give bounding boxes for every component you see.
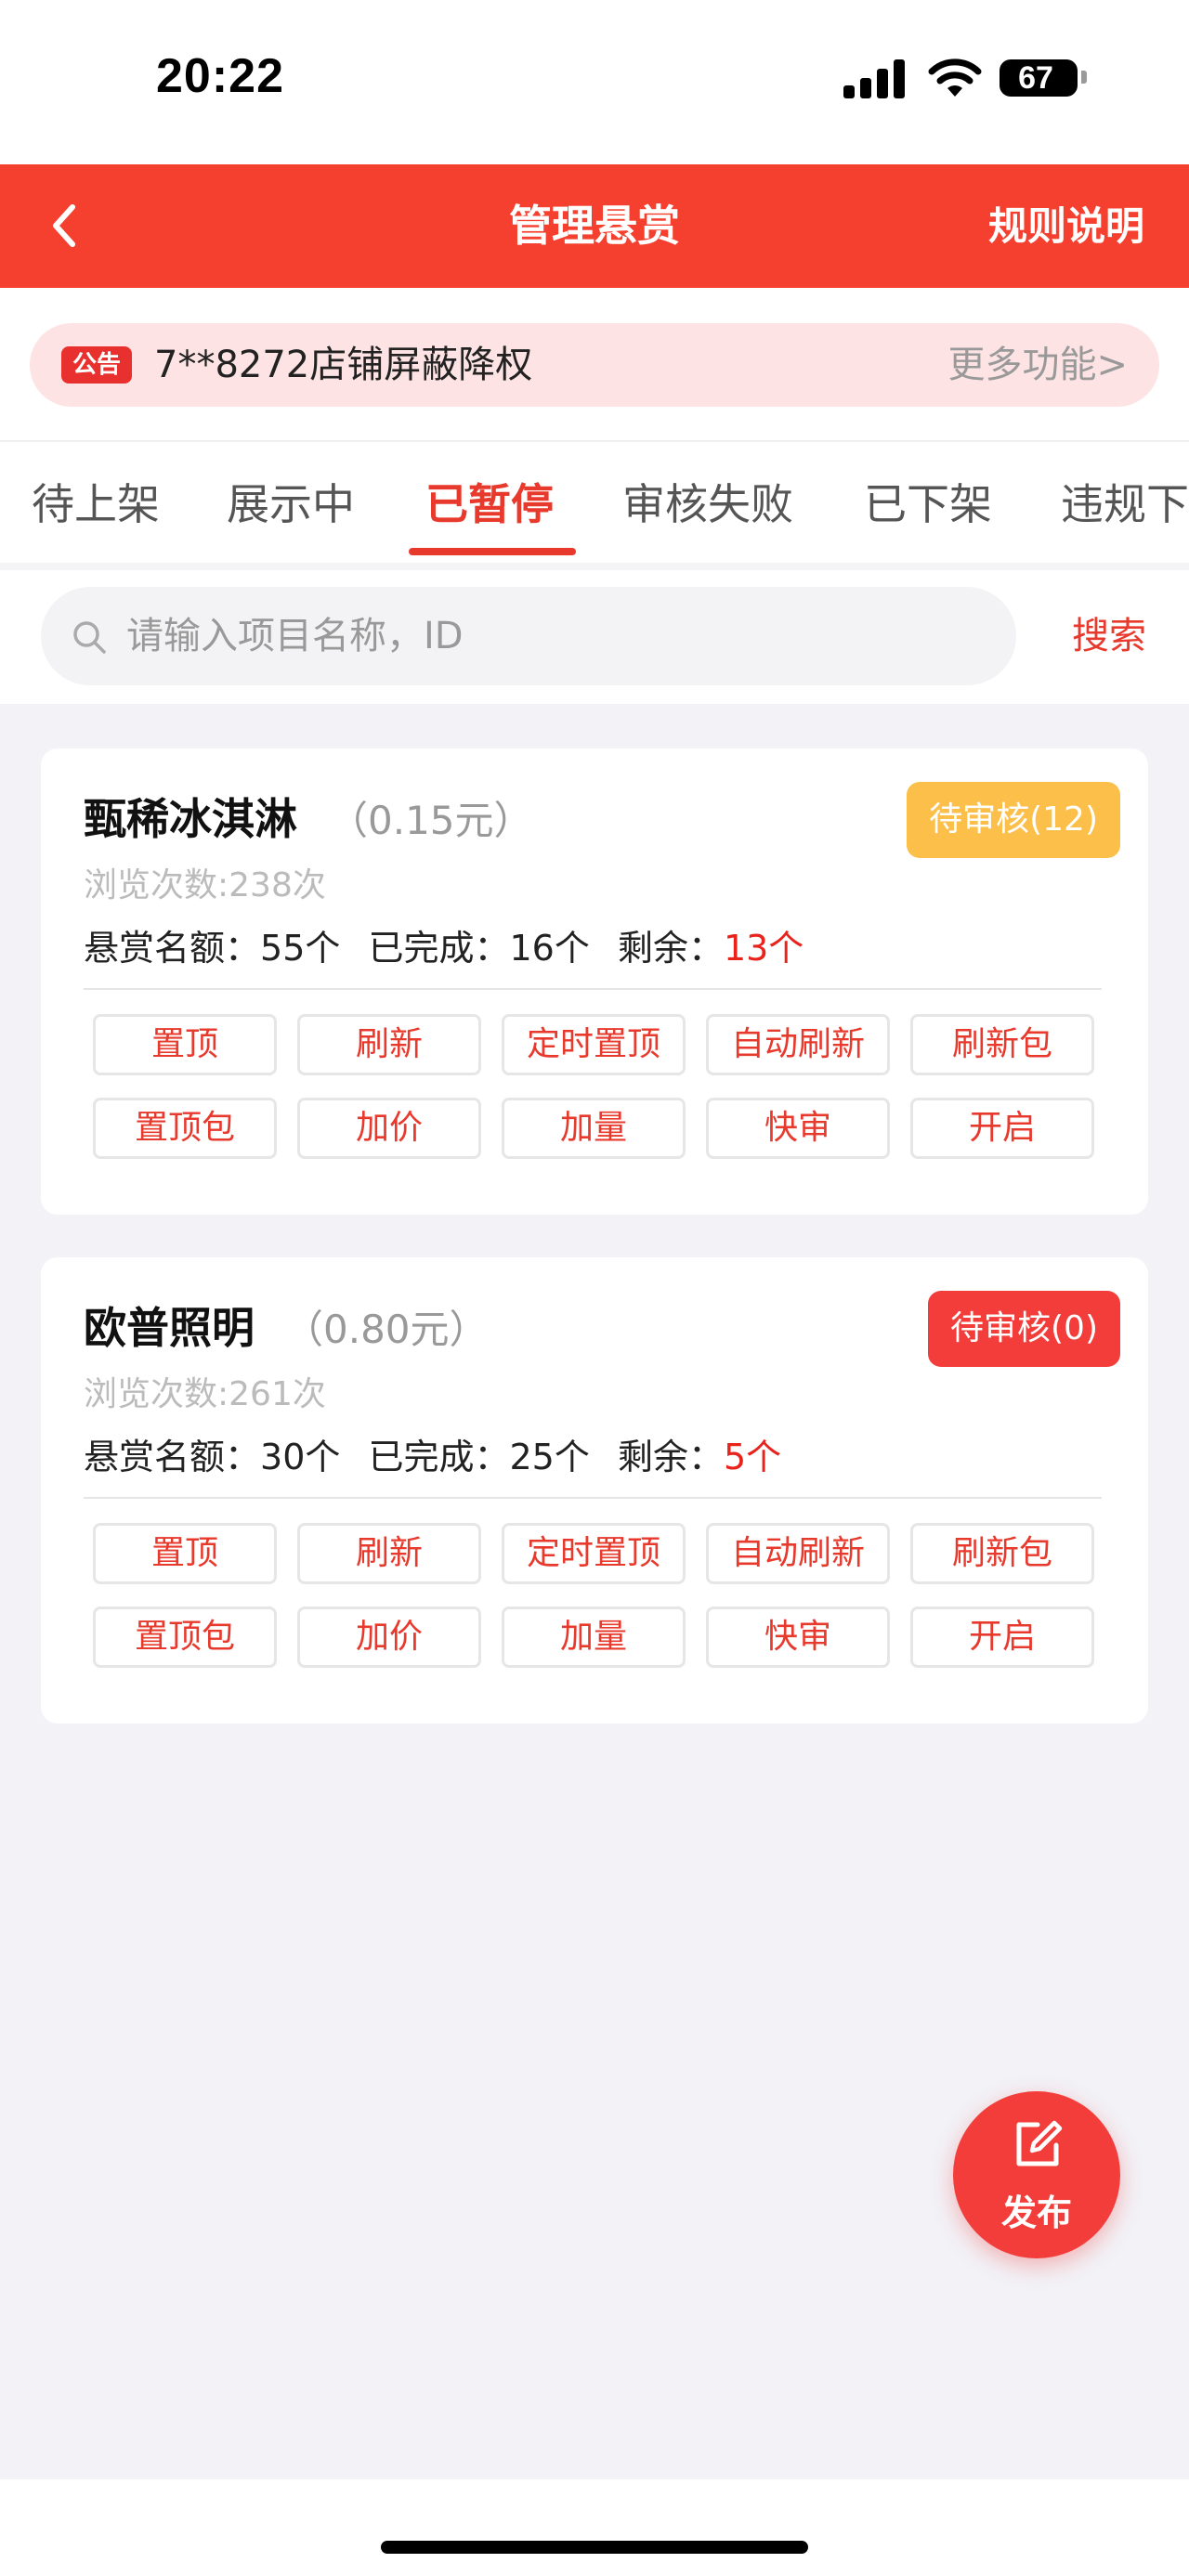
quota-value: 30个 bbox=[260, 1437, 341, 1477]
done-label: 已完成： bbox=[368, 928, 510, 969]
card-views: 浏览次数:261次 bbox=[84, 1375, 326, 1413]
refresh-pack-button[interactable]: 刷新包 bbox=[910, 1014, 1094, 1075]
refresh-pack-button[interactable]: 刷新包 bbox=[910, 1523, 1094, 1584]
home-indicator[interactable] bbox=[381, 2541, 808, 2554]
bottom-safe-area bbox=[0, 2479, 1189, 2576]
quota-label: 悬赏名额： bbox=[84, 928, 261, 969]
remaining-value: 5个 bbox=[723, 1437, 782, 1477]
add-quantity-button[interactable]: 加量 bbox=[502, 1098, 686, 1159]
reward-card: 甄稀冰淇淋 （0.15元） 待审核(12) 浏览次数:238次 悬赏名额：55个… bbox=[41, 748, 1148, 1215]
tab-review-failed[interactable]: 审核失败 bbox=[622, 442, 793, 563]
pin-top-button[interactable]: 置顶 bbox=[93, 1523, 277, 1584]
rules-link[interactable]: 规则说明 bbox=[988, 164, 1144, 288]
enable-button[interactable]: 开启 bbox=[910, 1098, 1094, 1159]
scheduled-pin-button[interactable]: 定时置顶 bbox=[502, 1014, 686, 1075]
card-stats: 悬赏名额：55个 已完成：16个 剩余：13个 bbox=[84, 919, 804, 970]
auto-refresh-button[interactable]: 自动刷新 bbox=[706, 1014, 890, 1075]
quota-value: 55个 bbox=[260, 928, 341, 969]
publish-label: 发布 bbox=[1000, 2192, 1072, 2233]
scheduled-pin-button[interactable]: 定时置顶 bbox=[502, 1523, 686, 1584]
app-header: 管理悬赏 规则说明 bbox=[0, 164, 1189, 288]
card-title: 欧普照明 bbox=[84, 1303, 255, 1353]
remaining-label: 剩余： bbox=[617, 1437, 724, 1477]
announcement-badge: 公告 bbox=[61, 346, 133, 384]
search-button[interactable]: 搜索 bbox=[1072, 587, 1146, 685]
pin-pack-button[interactable]: 置顶包 bbox=[93, 1607, 277, 1668]
done-value: 16个 bbox=[509, 928, 590, 969]
card-divider bbox=[84, 1497, 1102, 1499]
pending-review-badge[interactable]: 待审核(0) bbox=[928, 1291, 1120, 1367]
remaining-label: 剩余： bbox=[617, 928, 724, 969]
active-tab-indicator bbox=[409, 548, 576, 555]
status-bar: 20:22 67 bbox=[0, 0, 1189, 164]
refresh-button[interactable]: 刷新 bbox=[297, 1014, 481, 1075]
card-price: （0.15元） bbox=[329, 798, 533, 843]
cellular-signal-icon bbox=[843, 58, 905, 98]
tab-pending-listing[interactable]: 待上架 bbox=[32, 442, 160, 563]
tabs-separator bbox=[0, 563, 1189, 570]
status-tabs: 待上架 展示中 已暂停 审核失败 已下架 违规下 bbox=[0, 442, 1189, 563]
tab-delisted[interactable]: 已下架 bbox=[864, 442, 992, 563]
done-value: 25个 bbox=[509, 1437, 590, 1477]
tab-paused[interactable]: 已暂停 bbox=[425, 442, 554, 563]
card-divider bbox=[84, 988, 1102, 990]
app-screen: 20:22 67 管理悬赏 规则说明 公告 7**8272店铺屏蔽降权 更多功能… bbox=[0, 0, 1189, 2576]
card-title: 甄稀冰淇淋 bbox=[84, 794, 297, 844]
publish-button[interactable]: 发布 bbox=[953, 2091, 1120, 2258]
raise-price-button[interactable]: 加价 bbox=[297, 1607, 481, 1668]
card-stats: 悬赏名额：30个 已完成：25个 剩余：5个 bbox=[84, 1428, 781, 1479]
refresh-button[interactable]: 刷新 bbox=[297, 1523, 481, 1584]
search-box bbox=[41, 587, 1016, 685]
card-views: 浏览次数:238次 bbox=[84, 866, 326, 904]
pin-top-button[interactable]: 置顶 bbox=[93, 1014, 277, 1075]
battery-icon: 67 bbox=[1000, 59, 1078, 97]
pin-pack-button[interactable]: 置顶包 bbox=[93, 1098, 277, 1159]
more-features-link[interactable]: 更多功能> bbox=[947, 323, 1128, 407]
raise-price-button[interactable]: 加价 bbox=[297, 1098, 481, 1159]
status-time: 20:22 bbox=[156, 49, 284, 103]
fast-review-button[interactable]: 快审 bbox=[706, 1607, 890, 1668]
reward-card: 欧普照明 （0.80元） 待审核(0) 浏览次数:261次 悬赏名额：30个 已… bbox=[41, 1257, 1148, 1724]
done-label: 已完成： bbox=[368, 1437, 510, 1477]
remaining-value: 13个 bbox=[723, 928, 804, 969]
back-arrow-icon[interactable] bbox=[37, 196, 93, 255]
search-input[interactable] bbox=[126, 587, 981, 685]
tab-showing[interactable]: 展示中 bbox=[227, 442, 355, 563]
battery-cap bbox=[1081, 71, 1087, 84]
wifi-icon bbox=[928, 59, 982, 97]
fast-review-button[interactable]: 快审 bbox=[706, 1098, 890, 1159]
enable-button[interactable]: 开启 bbox=[910, 1607, 1094, 1668]
add-quantity-button[interactable]: 加量 bbox=[502, 1607, 686, 1668]
edit-icon bbox=[1016, 2120, 1063, 2166]
card-price: （0.80元） bbox=[284, 1307, 489, 1352]
quota-label: 悬赏名额： bbox=[84, 1437, 261, 1477]
tab-violation[interactable]: 违规下 bbox=[1061, 442, 1189, 563]
announcement-bar[interactable]: 公告 7**8272店铺屏蔽降权 更多功能> bbox=[30, 323, 1159, 407]
pending-review-badge[interactable]: 待审核(12) bbox=[907, 782, 1120, 858]
search-icon bbox=[73, 621, 106, 654]
battery-level: 67 bbox=[1018, 60, 1053, 96]
auto-refresh-button[interactable]: 自动刷新 bbox=[706, 1523, 890, 1584]
announcement-text: 7**8272店铺屏蔽降权 bbox=[154, 344, 533, 386]
